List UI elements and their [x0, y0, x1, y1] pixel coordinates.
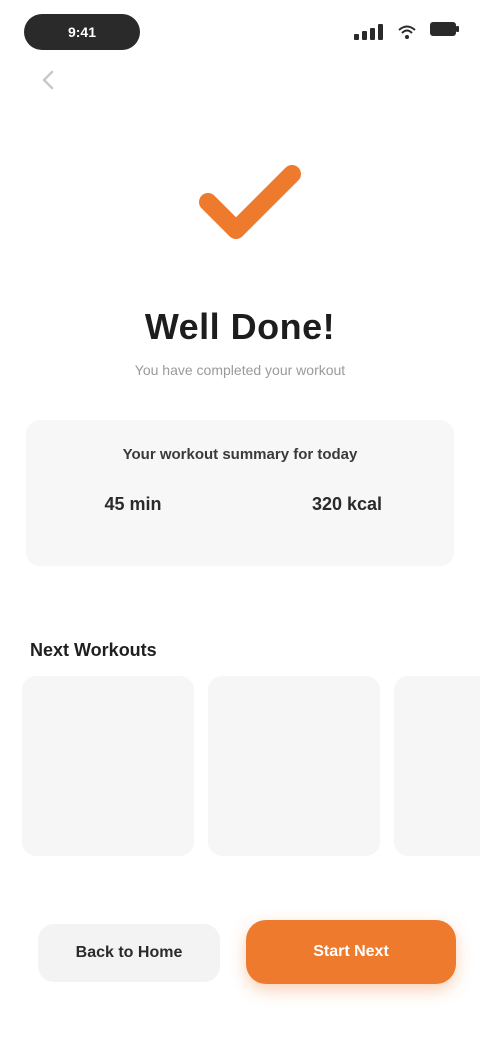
start-next-button[interactable]: Start Next: [246, 920, 456, 984]
check-icon: [199, 165, 301, 239]
stat-value: 45 min: [104, 494, 162, 514]
stat-duration: 45 min: [43, 494, 223, 519]
workout-tiles: [22, 676, 480, 856]
back-to-home-button[interactable]: Back to Home: [38, 924, 220, 982]
status-bar: 9:41: [0, 0, 480, 64]
battery-icon: [430, 22, 459, 36]
summary-card: Your workout summary for today 45 min 32…: [26, 420, 454, 566]
success-check: [180, 150, 310, 250]
workout-tile[interactable]: [208, 676, 380, 856]
stat-value: 320 kcal: [311, 494, 383, 514]
wifi-icon: [398, 25, 416, 39]
page-title: Well Done!: [144, 306, 336, 347]
signal-icon: [354, 24, 383, 40]
workout-tile[interactable]: [394, 676, 480, 856]
status-time: 9:41: [24, 14, 140, 50]
workout-tile[interactable]: [22, 676, 194, 856]
summary-stats: 45 min 320 kcal: [26, 494, 454, 519]
summary-heading: Your workout summary for today: [122, 446, 358, 463]
back-button[interactable]: [36, 68, 60, 92]
stat-calories: 320 kcal: [257, 494, 437, 519]
status-icons: [354, 20, 416, 44]
section-title: Next Workouts: [30, 640, 157, 660]
page-subtitle: You have completed your workout: [134, 362, 346, 378]
chevron-left-icon: [42, 70, 54, 90]
